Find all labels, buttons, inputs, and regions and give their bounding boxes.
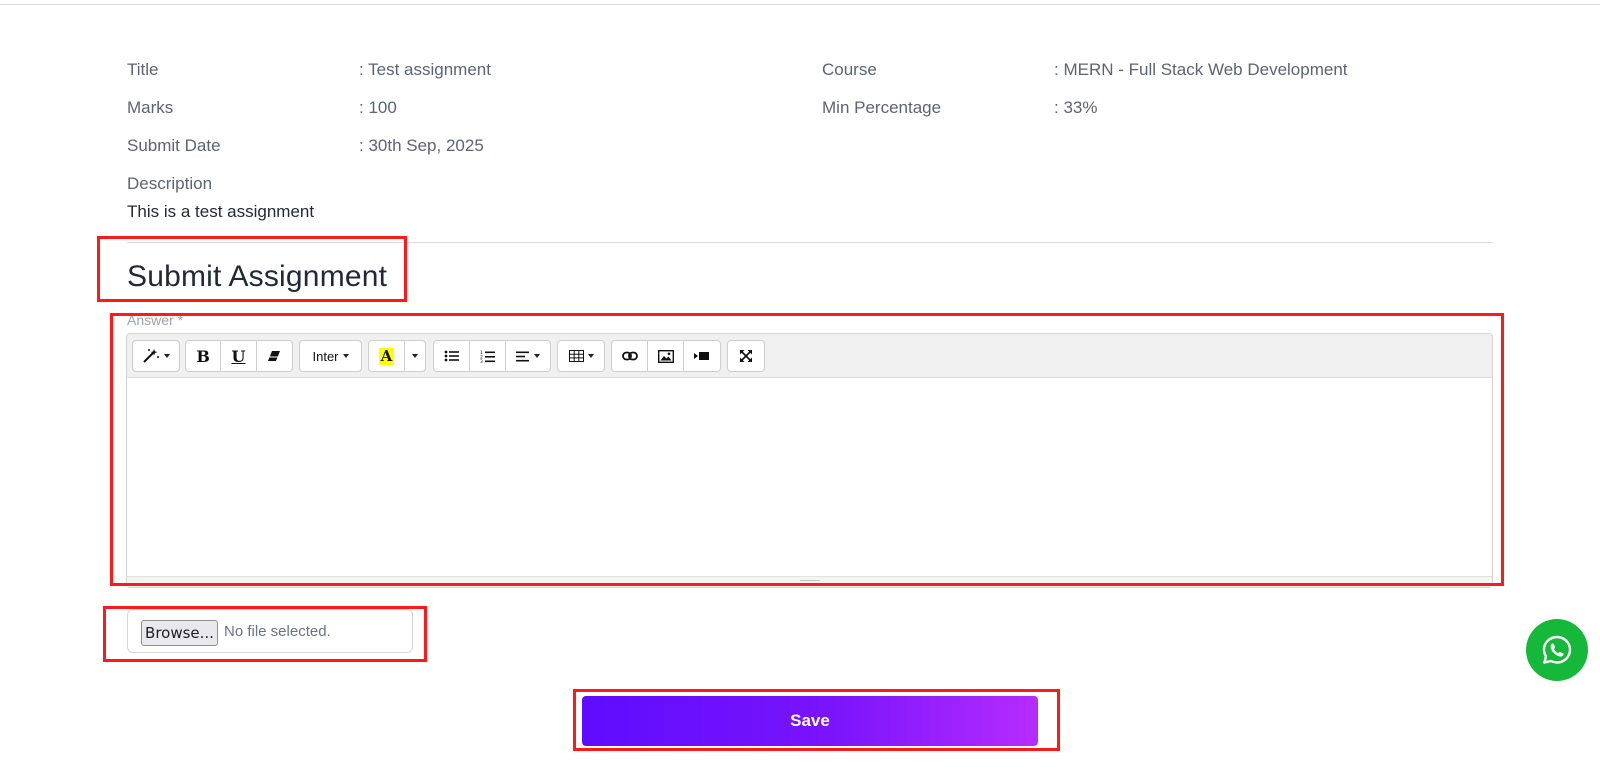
unordered-list-icon[interactable] bbox=[434, 341, 470, 371]
answer-editor: B U Inter A 123 bbox=[126, 333, 1493, 588]
svg-text:3: 3 bbox=[480, 359, 483, 363]
editor-toolbar: B U Inter A 123 bbox=[127, 334, 1492, 378]
whatsapp-button[interactable] bbox=[1526, 619, 1588, 681]
submit-date-label: Submit Date bbox=[127, 136, 221, 155]
style-group bbox=[132, 340, 180, 372]
paragraph-group: 123 bbox=[433, 340, 551, 372]
whatsapp-icon bbox=[1542, 635, 1572, 664]
font-group: Inter bbox=[299, 340, 362, 372]
fullscreen-icon[interactable] bbox=[728, 341, 764, 371]
marks-label: Marks bbox=[127, 98, 174, 117]
editor-resize-handle[interactable] bbox=[127, 576, 1492, 587]
course-label: Course bbox=[822, 60, 877, 79]
view-group bbox=[727, 340, 765, 372]
min-percentage-label: Min Percentage bbox=[822, 98, 942, 117]
magic-wand-icon[interactable] bbox=[133, 341, 179, 371]
underline-icon[interactable]: U bbox=[221, 341, 257, 371]
eraser-icon[interactable] bbox=[257, 341, 292, 371]
browse-button[interactable]: Browse... bbox=[141, 620, 218, 646]
link-icon[interactable] bbox=[612, 341, 648, 371]
page-title: Submit Assignment bbox=[127, 260, 388, 293]
color-group: A bbox=[368, 340, 426, 372]
title-value: : Test assignment bbox=[359, 60, 491, 79]
table-icon[interactable] bbox=[558, 341, 604, 371]
video-icon[interactable] bbox=[684, 341, 720, 371]
answer-editable-area[interactable] bbox=[127, 378, 1492, 576]
bold-icon[interactable]: B bbox=[186, 341, 222, 371]
description-label: Description bbox=[127, 174, 213, 193]
save-button[interactable]: Save bbox=[582, 696, 1038, 746]
file-input: Browse... No file selected. bbox=[127, 609, 413, 653]
insert-group bbox=[611, 340, 721, 372]
answer-label: Answer * bbox=[127, 312, 184, 328]
align-icon[interactable] bbox=[506, 341, 550, 371]
description-text: This is a test assignment bbox=[127, 202, 315, 221]
ordered-list-icon[interactable]: 123 bbox=[470, 341, 506, 371]
submit-date-value: : 30th Sep, 2025 bbox=[359, 136, 484, 155]
highlight-color-icon[interactable]: A bbox=[369, 341, 405, 371]
section-divider bbox=[127, 242, 1493, 243]
highlight-letter: A bbox=[378, 346, 395, 365]
title-label: Title bbox=[127, 60, 159, 79]
course-value: : MERN - Full Stack Web Development bbox=[1054, 60, 1348, 79]
image-icon[interactable] bbox=[648, 341, 684, 371]
min-percentage-value: : 33% bbox=[1054, 98, 1098, 117]
font-name-dropdown[interactable]: Inter bbox=[300, 341, 361, 371]
color-dropdown-icon[interactable] bbox=[405, 341, 425, 371]
table-group bbox=[557, 340, 605, 372]
format-group: B U bbox=[185, 340, 293, 372]
top-divider bbox=[0, 4, 1600, 5]
file-status-text: No file selected. bbox=[224, 623, 331, 640]
font-name-label: Inter bbox=[312, 348, 339, 364]
marks-value: : 100 bbox=[359, 98, 397, 117]
